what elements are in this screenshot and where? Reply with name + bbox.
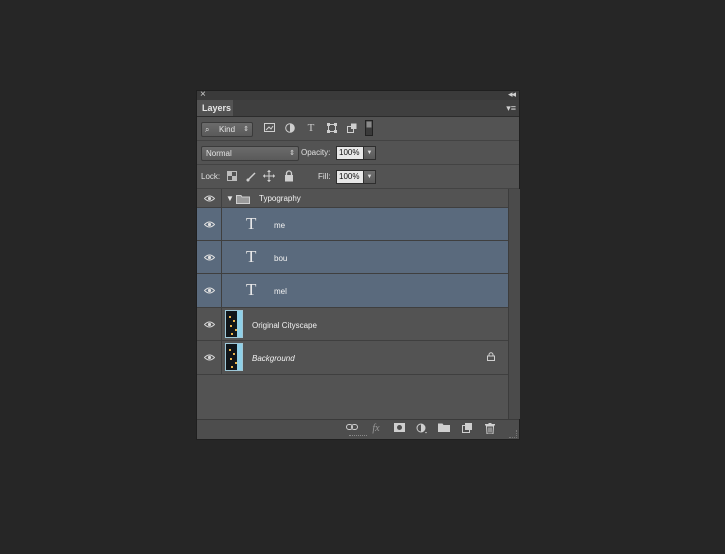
opacity-label: Opacity: bbox=[301, 148, 331, 157]
lock-transparency-icon[interactable] bbox=[226, 171, 238, 183]
lock-all-icon[interactable] bbox=[283, 170, 295, 182]
opacity-field[interactable]: 100% bbox=[336, 146, 364, 160]
layer-name: me bbox=[274, 221, 286, 230]
layer-text-me[interactable]: T me bbox=[197, 208, 508, 241]
image-filter-icon[interactable] bbox=[263, 123, 275, 135]
layer-image-original-cityscape[interactable]: Original Cityscape bbox=[197, 308, 508, 341]
bottom-toolbar: fx bbox=[197, 419, 519, 439]
layer-group-typography[interactable]: ▼ Typography bbox=[197, 189, 508, 208]
search-icon: ⌕ bbox=[205, 125, 210, 134]
eye-icon bbox=[204, 221, 215, 228]
eye-icon bbox=[204, 354, 215, 361]
chevron-updown-icon: ⇕ bbox=[243, 126, 249, 133]
layer-text-bou[interactable]: T bou bbox=[197, 241, 508, 274]
layer-name: Background bbox=[252, 354, 295, 363]
filter-kind-label: Kind bbox=[219, 125, 236, 134]
add-mask-icon[interactable] bbox=[393, 423, 405, 435]
fill-dropdown-icon[interactable]: ▼ bbox=[363, 170, 376, 184]
collapse-icon[interactable]: ◂◂ bbox=[508, 88, 516, 100]
layer-thumbnail bbox=[225, 343, 243, 371]
fill-label: Fill: bbox=[318, 172, 331, 181]
fx-icon[interactable]: fx bbox=[370, 423, 382, 435]
fill-field[interactable]: 100% bbox=[336, 170, 364, 184]
resize-grip-icon[interactable] bbox=[509, 430, 517, 438]
shape-filter-icon[interactable] bbox=[326, 123, 338, 135]
expand-triangle-icon[interactable]: ▼ bbox=[226, 194, 234, 203]
layers-panel: × ◂◂ Layers ▾≡ ⌕ Kind ⇕ T Normal ⇕ Opaci… bbox=[196, 88, 520, 440]
layer-text-mel[interactable]: T mel bbox=[197, 274, 508, 308]
eye-icon bbox=[204, 321, 215, 328]
tab-layers[interactable]: Layers bbox=[197, 100, 233, 116]
visibility-toggle[interactable] bbox=[197, 241, 222, 273]
new-layer-icon[interactable] bbox=[461, 423, 473, 435]
text-layer-icon: T bbox=[246, 214, 257, 233]
opacity-dropdown-icon[interactable]: ▼ bbox=[363, 146, 376, 160]
visibility-toggle[interactable] bbox=[197, 189, 222, 207]
tab-bar: Layers ▾≡ bbox=[197, 100, 519, 117]
chevron-updown-icon: ⇕ bbox=[289, 150, 295, 157]
smart-object-filter-icon[interactable] bbox=[346, 123, 358, 135]
lock-bar: Lock: Fill: 100% ▼ bbox=[197, 165, 519, 189]
filter-toggle-icon[interactable] bbox=[365, 120, 373, 136]
panel-menu-icon[interactable]: ▾≡ bbox=[506, 103, 516, 113]
panel-titlebar: × ◂◂ bbox=[197, 88, 519, 100]
eye-icon bbox=[204, 287, 215, 294]
layer-name: Original Cityscape bbox=[252, 321, 317, 330]
layer-name: bou bbox=[274, 254, 288, 263]
new-group-icon[interactable] bbox=[438, 423, 450, 435]
lock-pixels-icon[interactable] bbox=[245, 171, 257, 183]
panel-drag-handle[interactable] bbox=[349, 435, 367, 439]
layer-name: Typography bbox=[259, 194, 301, 203]
lock-label: Lock: bbox=[201, 172, 221, 181]
filter-bar: ⌕ Kind ⇕ T bbox=[197, 117, 519, 141]
visibility-toggle[interactable] bbox=[197, 274, 222, 307]
layer-image-background[interactable]: Background bbox=[197, 341, 508, 375]
text-layer-icon: T bbox=[246, 280, 257, 299]
visibility-toggle[interactable] bbox=[197, 341, 222, 374]
blend-mode-select[interactable]: Normal ⇕ bbox=[201, 146, 299, 161]
layer-thumbnail bbox=[225, 310, 243, 338]
lock-icon bbox=[487, 352, 495, 361]
adjustment-filter-icon[interactable] bbox=[284, 123, 296, 135]
layers-scrollbar[interactable] bbox=[508, 189, 520, 419]
trash-icon[interactable] bbox=[484, 423, 496, 435]
layers-list: ▼ Typography T me T bou T mel Original C… bbox=[197, 189, 508, 419]
eye-icon bbox=[204, 254, 215, 261]
eye-icon bbox=[204, 195, 215, 202]
visibility-toggle[interactable] bbox=[197, 208, 222, 240]
type-filter-icon[interactable]: T bbox=[305, 122, 317, 134]
filter-kind-select[interactable]: ⌕ Kind ⇕ bbox=[201, 122, 253, 137]
folder-icon bbox=[236, 195, 250, 204]
blend-bar: Normal ⇕ Opacity: 100% ▼ bbox=[197, 141, 519, 165]
blend-mode-value: Normal bbox=[206, 149, 232, 158]
layer-name: mel bbox=[274, 287, 287, 296]
adjustment-layer-icon[interactable] bbox=[416, 423, 428, 435]
text-layer-icon: T bbox=[246, 247, 257, 266]
visibility-toggle[interactable] bbox=[197, 308, 222, 340]
lock-position-icon[interactable] bbox=[263, 170, 275, 182]
link-layers-icon[interactable] bbox=[346, 423, 358, 435]
